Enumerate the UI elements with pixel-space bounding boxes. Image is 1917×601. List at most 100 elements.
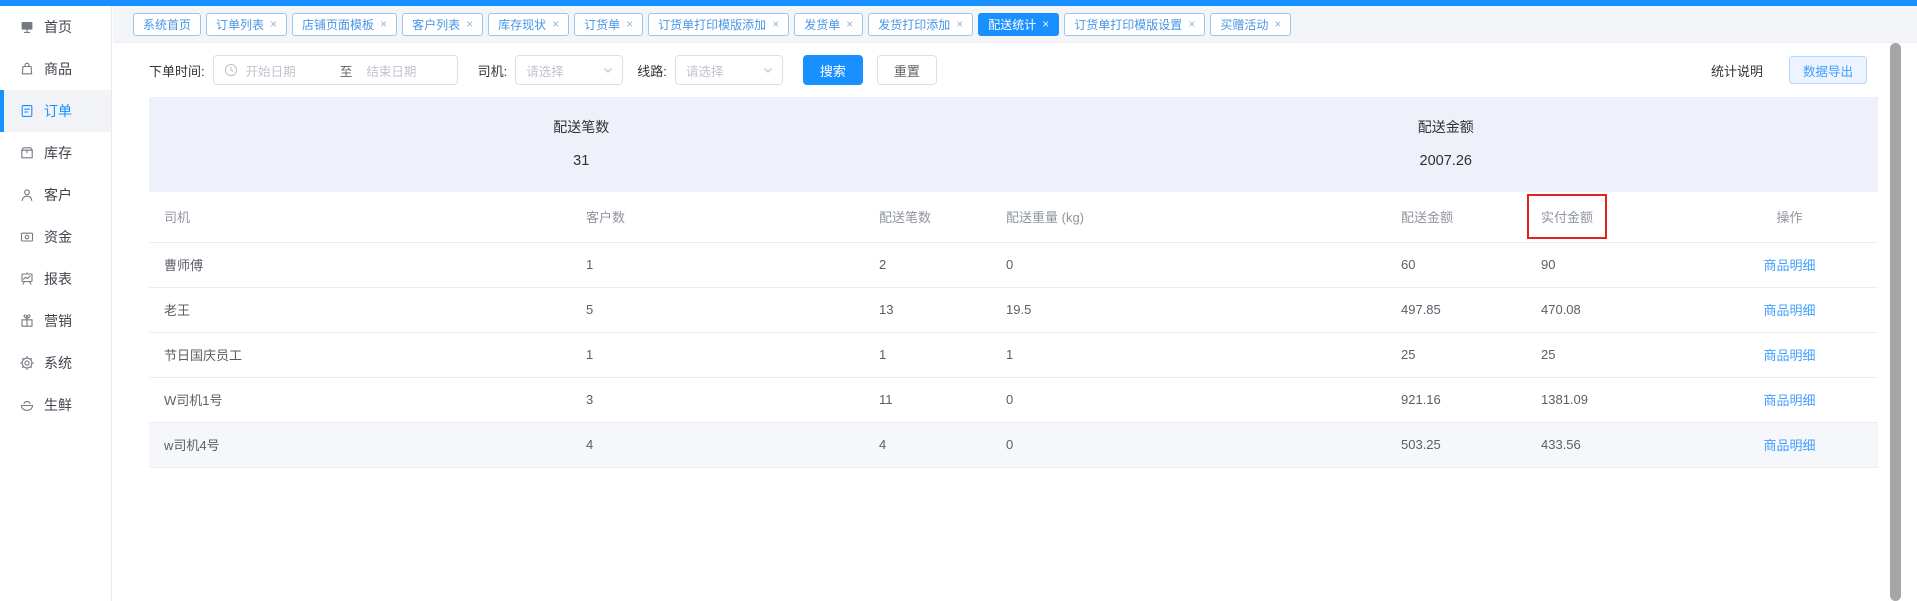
sidebar-nav: 首页商品订单库存客户资金报表营销系统生鲜	[0, 6, 112, 601]
order-time-label: 下单时间:	[149, 61, 205, 80]
table-header-row: 司机客户数配送笔数配送重量 (kg)配送金额实付金额操作	[149, 192, 1878, 242]
sidebar-item-home[interactable]: 首页	[0, 6, 111, 48]
cell-weight: 0	[1006, 242, 1401, 287]
tab-0[interactable]: 系统首页	[133, 13, 201, 36]
close-icon[interactable]: ×	[270, 18, 277, 30]
end-date-placeholder[interactable]: 结束日期	[366, 61, 446, 80]
tab-label: 订货单打印模版添加	[658, 16, 766, 33]
delivery-amount-value: 2007.26	[1014, 153, 1879, 169]
product-detail-link[interactable]: 商品明细	[1763, 438, 1815, 453]
tab-8[interactable]: 发货打印添加×	[868, 13, 973, 36]
tab-label: 订货单	[584, 16, 620, 33]
cell-amount: 497.85	[1401, 287, 1541, 332]
table-body: 曹师傅1206090商品明细老王51319.5497.85470.08商品明细节…	[149, 242, 1878, 467]
tab-6[interactable]: 订货单打印模版添加 ×	[648, 13, 789, 36]
tab-10[interactable]: 订货单打印模版设置×	[1064, 13, 1205, 36]
fresh-icon	[19, 397, 35, 413]
cell-paid: 433.56	[1541, 422, 1701, 467]
filter-toolbar: 下单时间: 开始日期 至 结束日期 司机: 请选择 线路: 请选择	[113, 43, 1917, 97]
chevron-down-icon	[602, 64, 614, 76]
product-detail-link[interactable]: 商品明细	[1763, 258, 1815, 273]
tab-active-9[interactable]: 配送统计 ×	[978, 13, 1059, 36]
sidebar-item-label: 生鲜	[44, 395, 72, 415]
cell-deliveries: 2	[879, 242, 1006, 287]
data-export-button[interactable]: 数据导出	[1789, 56, 1867, 84]
tab-5[interactable]: 订货单 ×	[574, 13, 643, 36]
driver-select[interactable]: 请选择	[515, 55, 623, 85]
close-icon[interactable]: ×	[772, 18, 779, 30]
tab-11[interactable]: 买赠活动×	[1210, 13, 1291, 36]
sidebar-item-label: 库存	[44, 143, 72, 163]
close-icon[interactable]: ×	[626, 18, 633, 30]
reset-button[interactable]: 重置	[877, 55, 937, 85]
column-header-label: 配送金额	[1401, 210, 1453, 225]
sidebar-item-order[interactable]: 订单	[0, 90, 111, 132]
delivery-amount-block: 配送金额 2007.26	[1014, 97, 1879, 192]
cell-deliveries: 11	[879, 377, 1006, 422]
table-row: 曹师傅1206090商品明细	[149, 242, 1878, 287]
start-date-placeholder[interactable]: 开始日期	[246, 61, 326, 80]
chevron-down-icon	[762, 64, 774, 76]
cell-weight: 19.5	[1006, 287, 1401, 332]
close-icon[interactable]: ×	[846, 18, 853, 30]
close-icon[interactable]: ×	[1188, 18, 1195, 30]
tab-1[interactable]: 订单列表 ×	[206, 13, 287, 36]
cell-driver: W司机1号	[149, 377, 586, 422]
sidebar-item-fresh[interactable]: 生鲜	[0, 384, 111, 426]
product-detail-link[interactable]: 商品明细	[1763, 303, 1815, 318]
tab-label: 库存现状	[498, 16, 546, 33]
close-icon[interactable]: ×	[1274, 18, 1281, 30]
product-detail-link[interactable]: 商品明细	[1763, 393, 1815, 408]
cell-driver: w司机4号	[149, 422, 586, 467]
order-icon	[19, 103, 35, 119]
driver-label: 司机:	[478, 61, 508, 80]
sidebar-item-inventory[interactable]: 库存	[0, 132, 111, 174]
cell-amount: 921.16	[1401, 377, 1541, 422]
column-header-label: 配送重量 (kg)	[1006, 210, 1084, 225]
search-button[interactable]: 搜索	[803, 55, 863, 85]
inventory-icon	[19, 145, 35, 161]
cell-deliveries: 13	[879, 287, 1006, 332]
table-row: W司机1号3110921.161381.09商品明细	[149, 377, 1878, 422]
home-icon	[19, 19, 35, 35]
sidebar-item-funds[interactable]: 资金	[0, 216, 111, 258]
cell-amount: 503.25	[1401, 422, 1541, 467]
close-icon[interactable]: ×	[380, 18, 387, 30]
close-icon[interactable]: ×	[956, 18, 963, 30]
sidebar-item-report[interactable]: 报表	[0, 258, 111, 300]
column-header-label: 实付金额	[1541, 210, 1593, 225]
column-header-label: 操作	[1776, 210, 1802, 225]
sidebar-item-label: 首页	[44, 17, 72, 37]
tab-label: 订单列表	[216, 16, 264, 33]
column-header-label: 配送笔数	[879, 210, 931, 225]
date-range-picker[interactable]: 开始日期 至 结束日期	[213, 55, 458, 85]
route-label: 线路:	[637, 61, 667, 80]
product-detail-link[interactable]: 商品明细	[1763, 348, 1815, 363]
column-header-2: 配送笔数	[879, 192, 1006, 242]
tab-7[interactable]: 发货单 ×	[794, 13, 863, 36]
sidebar-item-goods[interactable]: 商品	[0, 48, 111, 90]
tab-4[interactable]: 库存现状 ×	[488, 13, 569, 36]
tab-label: 配送统计	[988, 16, 1036, 33]
vertical-scrollbar[interactable]	[1890, 43, 1901, 601]
sidebar-item-system[interactable]: 系统	[0, 342, 111, 384]
close-icon[interactable]: ×	[466, 18, 473, 30]
report-icon	[19, 271, 35, 287]
stats-help-link[interactable]: 统计说明	[1711, 61, 1763, 80]
table-row: 老王51319.5497.85470.08商品明细	[149, 287, 1878, 332]
cell-weight: 0	[1006, 377, 1401, 422]
cell-deliveries: 4	[879, 422, 1006, 467]
tab-label: 发货单	[804, 16, 840, 33]
close-icon[interactable]: ×	[552, 18, 559, 30]
tab-3[interactable]: 客户列表×	[402, 13, 483, 36]
cell-deliveries: 1	[879, 332, 1006, 377]
close-icon[interactable]: ×	[1042, 18, 1049, 30]
column-header-4: 配送金额	[1401, 192, 1541, 242]
route-select[interactable]: 请选择	[675, 55, 783, 85]
sidebar-item-marketing[interactable]: 营销	[0, 300, 111, 342]
delivery-amount-label: 配送金额	[1014, 117, 1879, 137]
tab-2[interactable]: 店铺页面模板×	[292, 13, 397, 36]
cell-driver: 老王	[149, 287, 586, 332]
sidebar-item-customer[interactable]: 客户	[0, 174, 111, 216]
goods-icon	[19, 61, 35, 77]
